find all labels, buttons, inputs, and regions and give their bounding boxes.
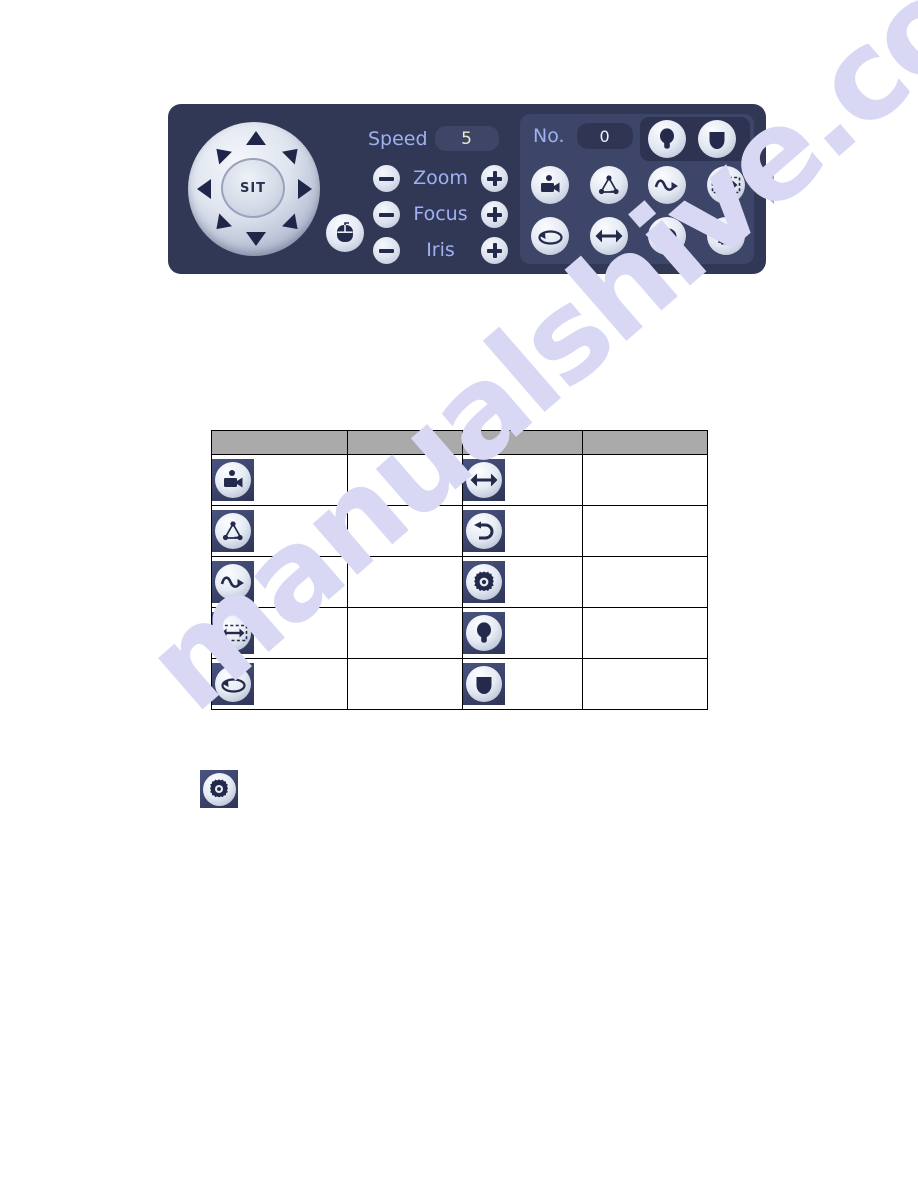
auto-scan-icon [212,612,254,654]
ptz-control-panel: SIT Speed 5 Zoom Focus Iris No. 0 [168,104,774,276]
reset-return-icon [463,510,506,552]
iris-plus-button[interactable] [481,236,508,264]
table-cell-icon [462,658,584,710]
auto-scan-icon[interactable] [706,166,745,204]
light-wiper-group [640,117,750,161]
preset-number-label: No. [533,125,565,147]
down-arrow-icon[interactable] [246,232,266,246]
table-header-row [211,430,708,455]
direction-pad[interactable]: SIT [188,122,320,256]
tour-nodes-icon [212,510,254,552]
gear-settings-icon[interactable] [706,217,745,255]
camera-icon [212,459,254,501]
table-cell-desc [346,454,464,506]
down-right-arrow-icon[interactable] [282,213,304,236]
flip-horizontal-icon [463,459,506,501]
table-cell-icon [462,556,584,608]
table-cell-desc [582,505,708,557]
table-cell-icon [462,505,584,557]
tour-nodes-icon[interactable] [589,166,628,204]
right-arrow-icon[interactable] [298,179,312,199]
center-sit-button[interactable]: SIT [221,158,285,218]
table-cell-desc [346,505,464,557]
focus-label: Focus [413,203,468,225]
speed-label: Speed [368,127,428,150]
table-cell-icon [211,454,348,506]
center-sit-label: SIT [239,180,267,196]
focus-plus-button[interactable] [481,200,508,228]
table-row [211,556,708,608]
icon-reference-table [211,430,708,710]
table-cell-icon [211,556,348,608]
auto-pan-rotate-icon [212,663,254,705]
table-cell-desc [582,556,708,608]
table-cell-desc [346,556,464,608]
speed-value: 5 [461,128,472,149]
standalone-gear-figure [200,770,238,808]
table-header-icon-1 [211,430,348,455]
light-bulb-icon [463,612,506,654]
table-cell-desc [346,607,464,659]
table-header-desc-1 [346,430,464,455]
preset-number-value: 0 [599,126,610,146]
table-header-icon-2 [462,430,584,455]
pattern-wave-icon [212,561,254,603]
ptz-function-grid: No. 0 [520,114,754,264]
zoom-row: Zoom [373,160,508,196]
wiper-icon [463,663,506,705]
up-left-arrow-icon[interactable] [210,142,232,165]
table-cell-desc [582,454,708,506]
table-cell-desc [582,658,708,710]
table-row [211,505,708,557]
camera-icon[interactable] [531,166,569,204]
table-cell-icon [462,454,584,506]
table-header-desc-2 [582,430,708,455]
table-cell-icon [211,607,348,659]
speed-input[interactable]: 5 [434,126,499,151]
wiper-icon[interactable] [698,120,736,158]
preset-number-input[interactable]: 0 [576,123,633,149]
auto-pan-rotate-icon[interactable] [531,217,569,255]
zoom-plus-button[interactable] [481,164,508,192]
table-row [211,454,708,506]
zoom-minus-button[interactable] [373,164,400,192]
table-cell-desc [582,607,708,659]
table-row [211,658,708,710]
mouse-icon[interactable] [326,214,364,252]
up-right-arrow-icon[interactable] [282,142,304,165]
reset-return-icon[interactable] [648,217,687,255]
focus-row: Focus [373,196,508,232]
up-arrow-icon[interactable] [246,131,266,145]
gear-settings-icon [200,770,238,808]
speed-row: Speed 5 [368,126,499,151]
iris-row: Iris [373,232,508,268]
pattern-wave-icon[interactable] [648,166,687,204]
left-triangle-icon[interactable] [757,170,774,204]
ptz-panel-body: SIT Speed 5 Zoom Focus Iris No. 0 [168,104,766,274]
left-arrow-icon[interactable] [197,179,211,199]
zoom-label: Zoom [413,167,468,189]
table-cell-icon [211,658,348,710]
flip-horizontal-icon[interactable] [589,217,628,255]
preset-number-row: No. 0 [533,123,633,149]
gear-settings-icon [463,561,506,603]
table-cell-icon [462,607,584,659]
function-grid-row-2 [531,217,745,255]
table-row [211,607,708,659]
iris-minus-button[interactable] [373,236,400,264]
adjustment-rows: Zoom Focus Iris [373,160,508,268]
table-cell-icon [211,505,348,557]
down-left-arrow-icon[interactable] [210,213,232,236]
iris-label: Iris [426,239,455,261]
focus-minus-button[interactable] [373,200,400,228]
function-grid-row-1 [531,166,745,204]
light-bulb-icon[interactable] [648,120,686,158]
table-cell-desc [346,658,464,710]
